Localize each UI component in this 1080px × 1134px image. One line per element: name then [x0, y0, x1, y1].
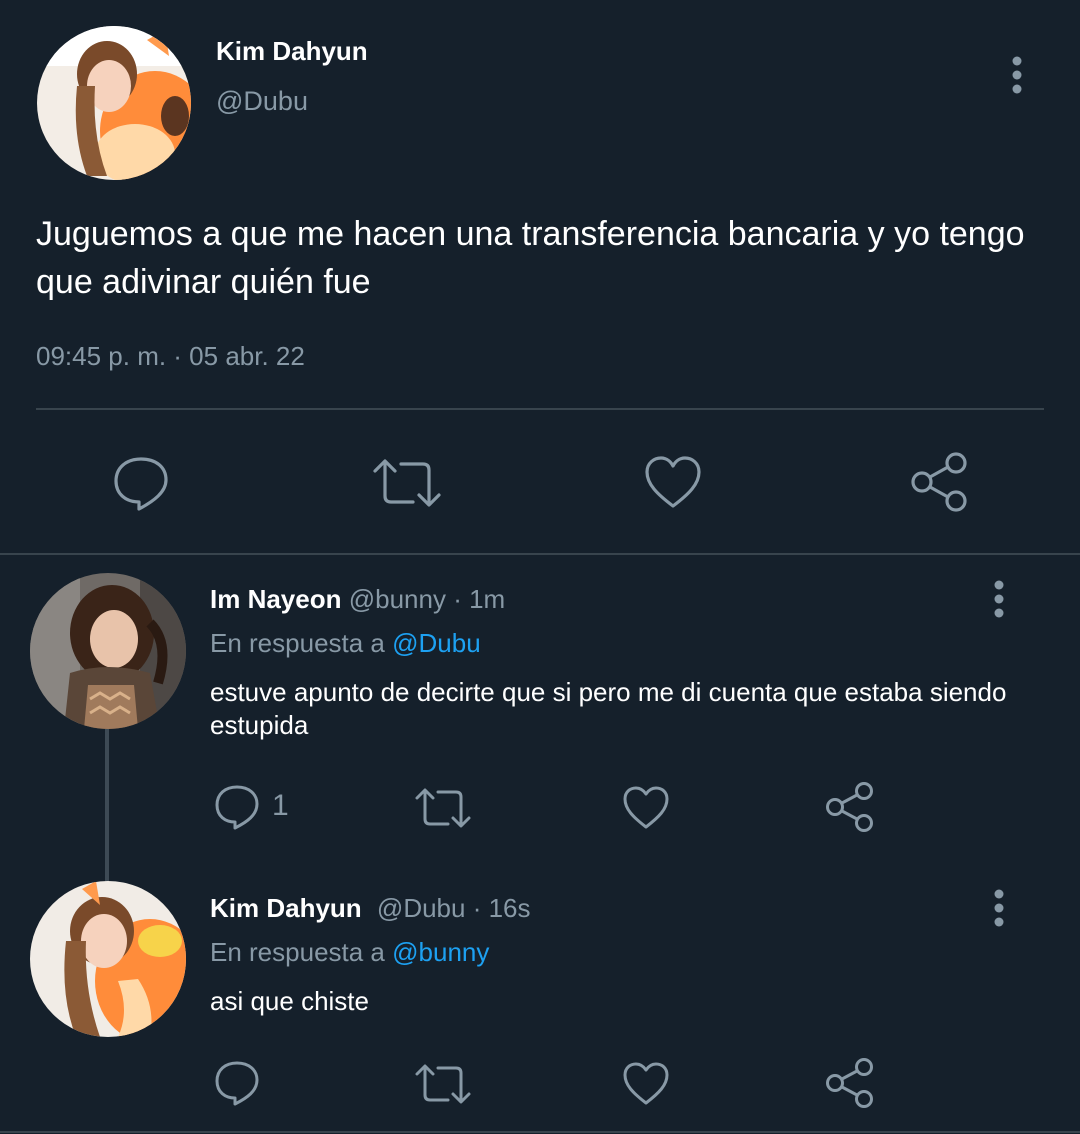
reply-time: · 1m: [453, 584, 506, 614]
share-icon[interactable]: [825, 1058, 875, 1108]
reply-prefix: En respuesta a: [210, 628, 385, 658]
more-options-icon[interactable]: [988, 889, 1010, 929]
author-handle[interactable]: @Dubu: [216, 86, 308, 117]
reply-text: estuve apunto de decirte que si pero me …: [210, 677, 1007, 740]
more-options-icon[interactable]: [1006, 56, 1028, 96]
like-icon[interactable]: [621, 784, 671, 832]
retweet-icon[interactable]: [414, 784, 472, 832]
reply-icon[interactable]: [213, 783, 261, 831]
reply-header: Im Nayeon @bunny · 1m: [210, 584, 505, 615]
more-options-icon[interactable]: [988, 580, 1010, 620]
like-icon[interactable]: [643, 454, 703, 512]
author-handle[interactable]: @Dubu: [377, 893, 466, 923]
reply-count: 1: [272, 789, 289, 822]
share-icon[interactable]: [825, 782, 875, 832]
reply-icon[interactable]: [213, 1059, 261, 1107]
section-divider: [0, 553, 1080, 555]
author-avatar[interactable]: [37, 26, 191, 180]
reply-to-link[interactable]: @Dubu: [392, 628, 481, 658]
section-divider: [0, 1131, 1080, 1133]
thread-line: [105, 728, 109, 884]
retweet-icon[interactable]: [372, 454, 442, 512]
tweet-text: Juguemos a que me hacen una transferenci…: [36, 215, 1025, 301]
author-name[interactable]: Im Nayeon: [210, 584, 342, 614]
retweet-icon[interactable]: [414, 1060, 472, 1108]
author-avatar[interactable]: [30, 573, 186, 729]
divider: [36, 408, 1044, 410]
reply-context: En respuesta a @bunny: [210, 937, 489, 968]
author-name[interactable]: Kim Dahyun: [216, 36, 368, 67]
reply-icon[interactable]: [112, 454, 170, 512]
reply-time: · 16s: [472, 893, 531, 923]
reply-text: asi que chiste: [210, 986, 369, 1016]
reply-prefix: En respuesta a: [210, 937, 385, 967]
reply-header: Kim Dahyun @Dubu · 16s: [210, 893, 531, 924]
like-icon[interactable]: [621, 1060, 671, 1108]
reply-to-link[interactable]: @bunny: [392, 937, 489, 967]
tweet-timestamp: 09:45 p. m. · 05 abr. 22: [36, 341, 305, 371]
author-avatar[interactable]: [30, 881, 186, 1037]
author-name[interactable]: Kim Dahyun: [210, 893, 362, 923]
author-handle[interactable]: @bunny: [349, 584, 446, 614]
share-icon[interactable]: [910, 452, 970, 512]
reply-context: En respuesta a @Dubu: [210, 628, 481, 659]
